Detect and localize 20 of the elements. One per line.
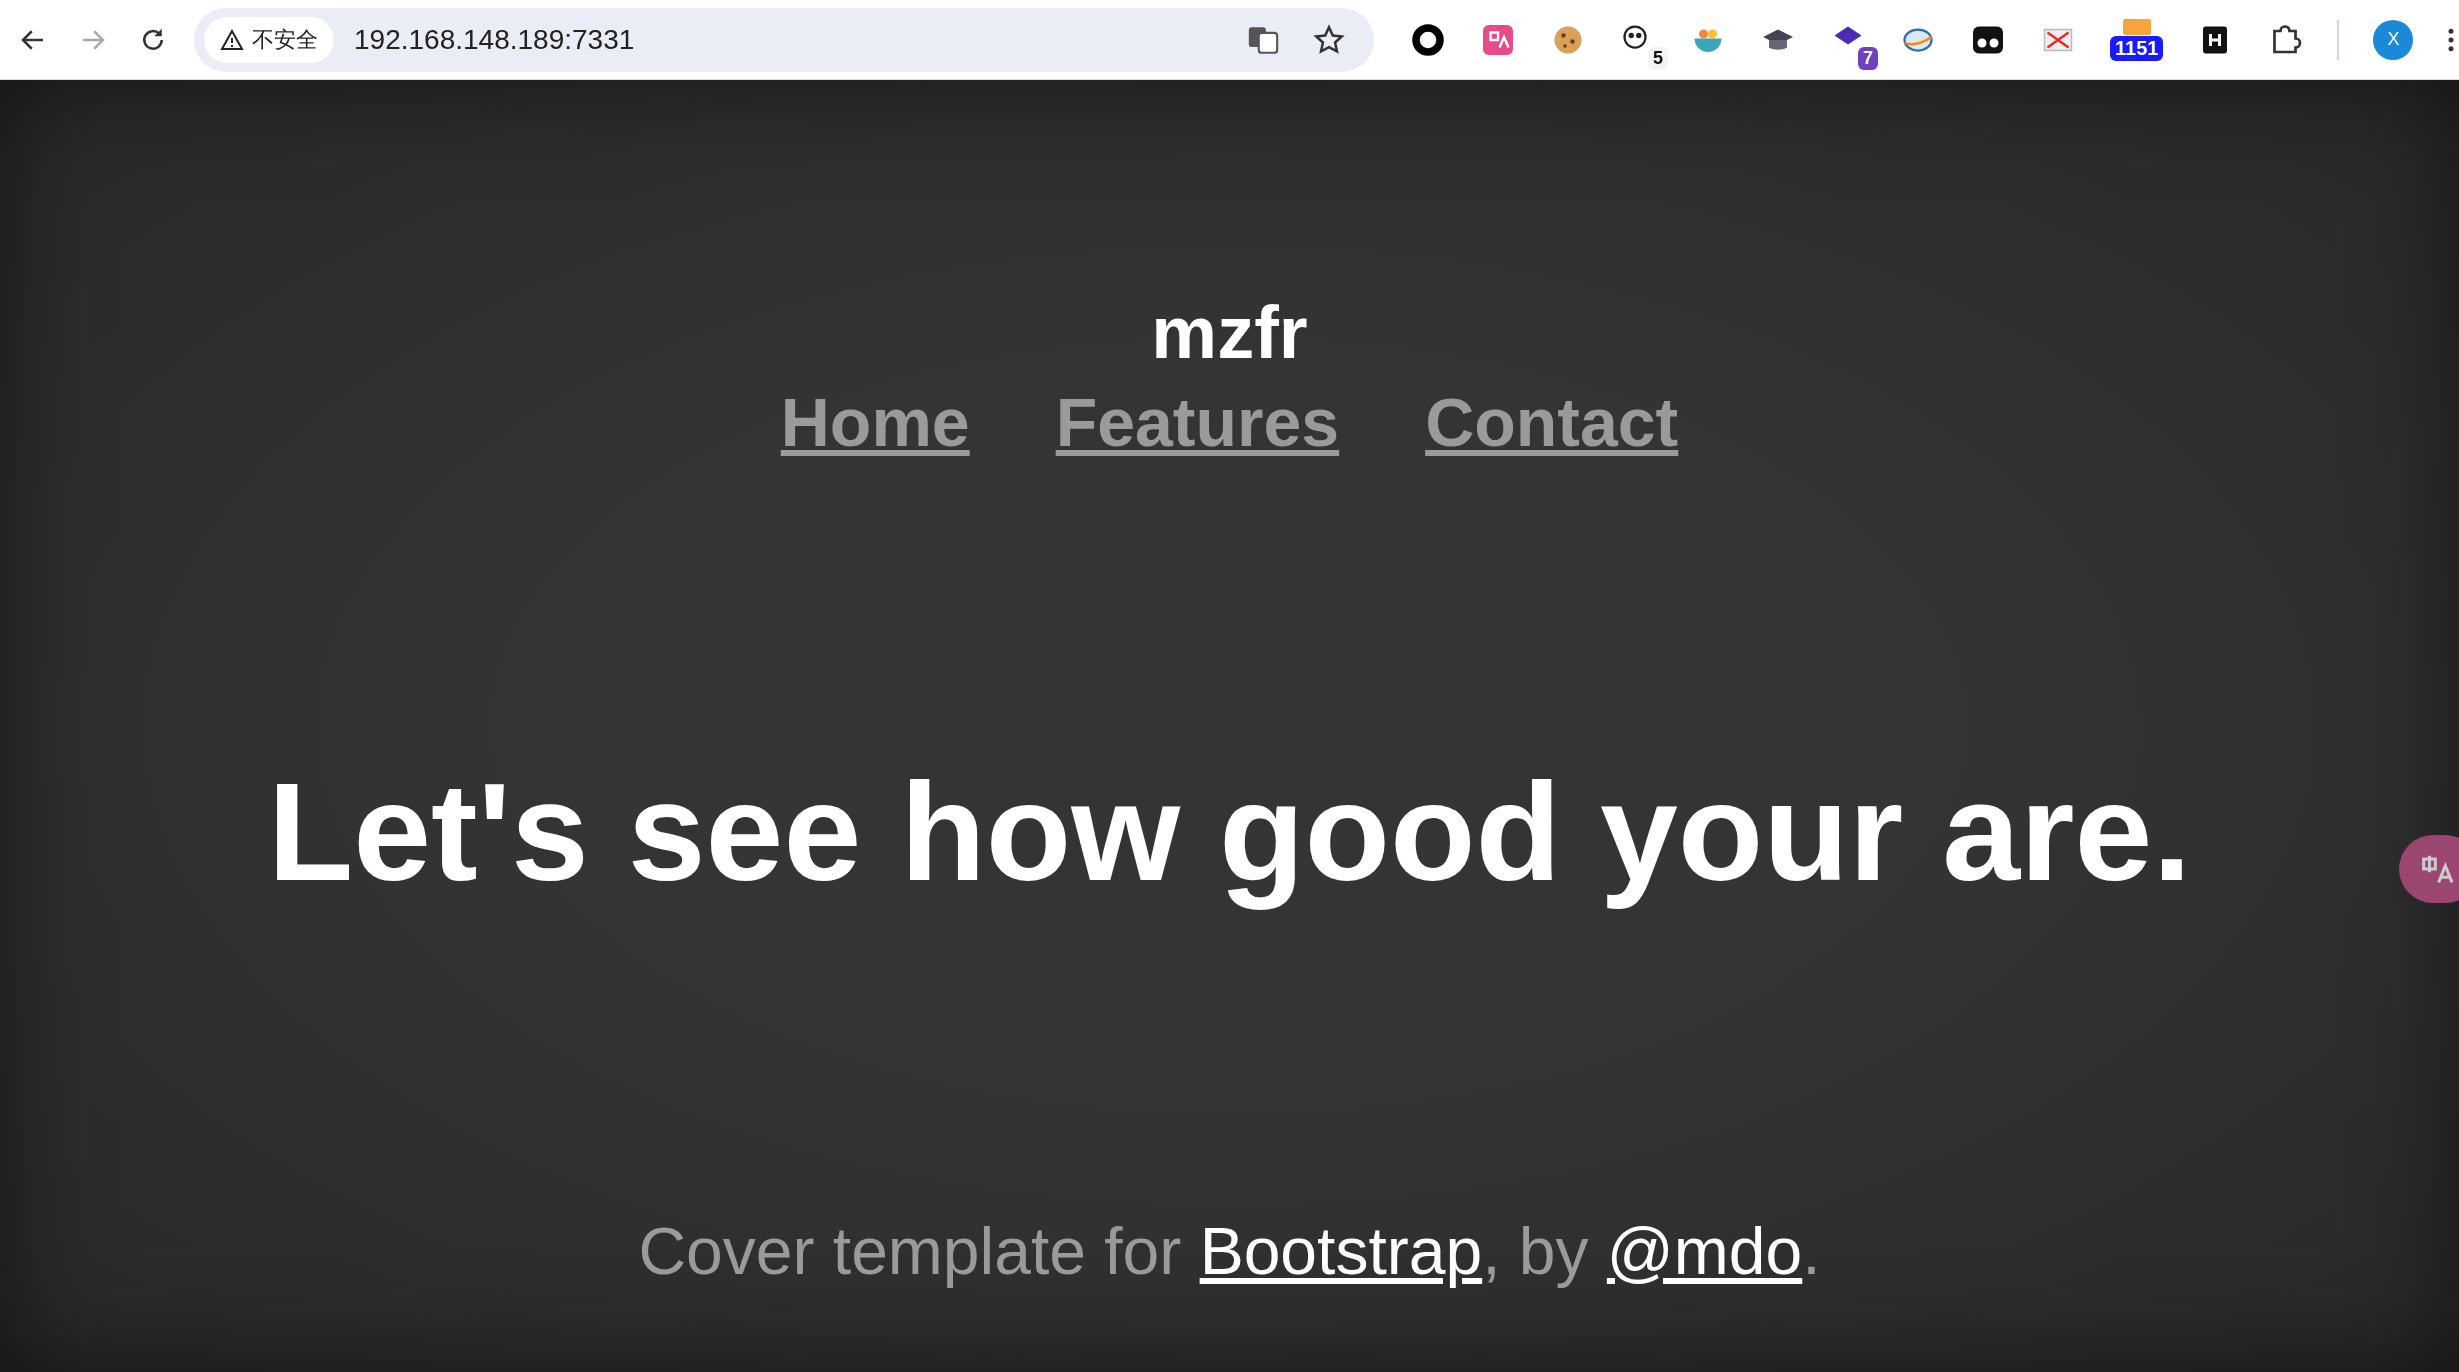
nav-link[interactable]: Features <box>1055 383 1340 461</box>
extension-badge: 1151 <box>2110 35 2164 61</box>
profile-avatar[interactable]: X <box>2373 19 2414 60</box>
star-icon[interactable] <box>1312 22 1346 57</box>
footer-link[interactable]: Bootstrap <box>1199 1214 1483 1288</box>
warning-icon <box>220 27 244 52</box>
address-bar[interactable]: 不安全 192.168.148.189:7331 <box>194 7 1374 72</box>
translate-float-button[interactable] <box>2399 835 2459 903</box>
security-chip[interactable]: 不安全 <box>204 16 334 63</box>
extension-badge: 7 <box>1858 46 1878 70</box>
nav-link[interactable]: Contact <box>1425 383 1679 461</box>
url-text: 192.168.148.189:7331 <box>354 23 635 56</box>
site-brand: mzfr <box>1151 290 1308 375</box>
security-label: 不安全 <box>252 25 318 54</box>
extension-badge: 5 <box>1648 46 1668 70</box>
headline: Let's see how good your are. <box>267 752 2192 912</box>
nav-link[interactable]: Home <box>780 383 970 461</box>
footer-link[interactable]: @mdo <box>1606 1214 1803 1288</box>
ring-icon[interactable] <box>1410 21 1446 58</box>
footer-text: Cover template for Bootstrap, by @mdo. <box>638 1213 1821 1289</box>
